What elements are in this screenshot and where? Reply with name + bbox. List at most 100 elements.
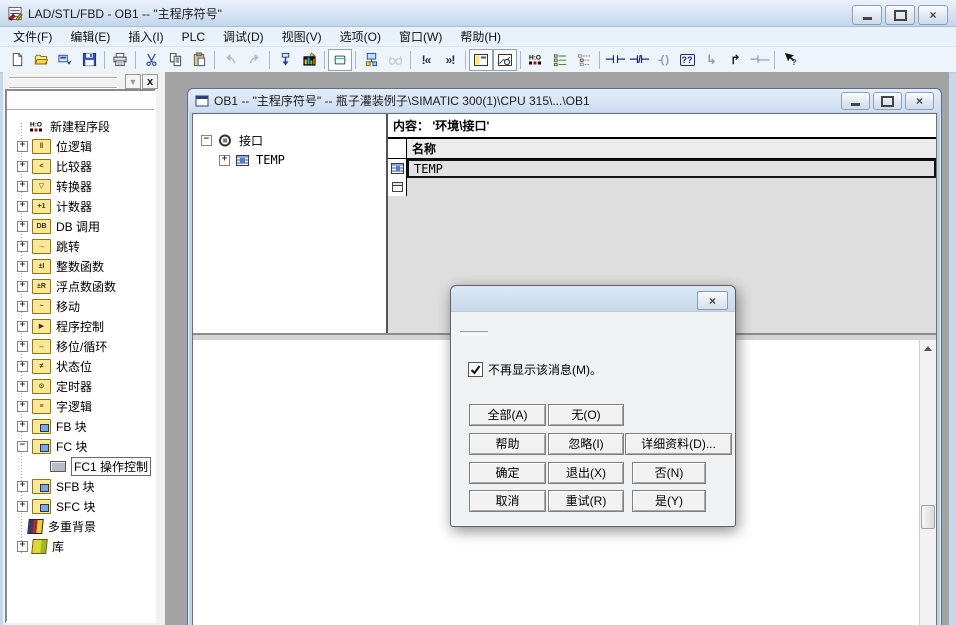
- sidebar-item-integer-functions[interactable]: +±I整数函数: [7, 256, 154, 276]
- save-button[interactable]: [77, 49, 101, 71]
- expand-icon[interactable]: +: [17, 141, 28, 152]
- pane-dropdown-button[interactable]: ▼: [125, 74, 141, 89]
- download-button[interactable]: [273, 49, 297, 71]
- open-branch-button[interactable]: ↳: [699, 49, 723, 71]
- close-branch-button[interactable]: ↱: [723, 49, 747, 71]
- redo-button[interactable]: [242, 49, 266, 71]
- editor-maximize-button[interactable]: [873, 92, 902, 110]
- sidebar-item-counter[interactable]: ++1计数器: [7, 196, 154, 216]
- connector-button[interactable]: ⊣—: [747, 49, 771, 71]
- expand-icon[interactable]: +: [17, 181, 28, 192]
- editor-close-button[interactable]: ×: [905, 92, 934, 110]
- menu-insert[interactable]: 插入(I): [119, 27, 172, 46]
- menu-view[interactable]: 视图(V): [273, 27, 331, 46]
- sidebar-item-libraries[interactable]: +库: [7, 536, 154, 556]
- sidebar-item-new-network[interactable]: H:O新建程序段: [7, 116, 154, 136]
- expand-icon[interactable]: +: [17, 541, 28, 552]
- sidebar-item-multi-instance[interactable]: 多重背景: [7, 516, 154, 536]
- editor-minimize-button[interactable]: [841, 92, 870, 110]
- expand-icon[interactable]: +: [17, 341, 28, 352]
- dont-show-again-checkbox[interactable]: [468, 362, 483, 377]
- table-row[interactable]: TEMP: [388, 159, 936, 178]
- sidebar-item-word-logic[interactable]: +≡字逻辑: [7, 396, 154, 416]
- expand-icon[interactable]: +: [17, 401, 28, 412]
- menu-file[interactable]: 文件(F): [4, 27, 61, 46]
- call-structure-button[interactable]: [572, 49, 596, 71]
- ignore-button[interactable]: 忽略(I): [548, 433, 624, 455]
- help-button[interactable]: 帮助: [469, 433, 546, 455]
- sidebar-item-converter[interactable]: +▽转换器: [7, 176, 154, 196]
- sidebar-item-fb-blocks[interactable]: +FB 块: [7, 416, 154, 436]
- sidebar-item-sfc-blocks[interactable]: +SFC 块: [7, 496, 154, 516]
- cut-button[interactable]: [139, 49, 163, 71]
- minimize-button[interactable]: [852, 5, 882, 25]
- all-button[interactable]: 全部(A): [469, 404, 546, 426]
- empty-box-button[interactable]: ??: [675, 49, 699, 71]
- previous-error-button[interactable]: !«: [414, 49, 438, 71]
- next-error-button[interactable]: »!: [438, 49, 462, 71]
- scrollbar-thumb[interactable]: [921, 505, 935, 529]
- print-button[interactable]: [108, 49, 132, 71]
- sidebar-item-sfb-blocks[interactable]: +SFB 块: [7, 476, 154, 496]
- open-online-button[interactable]: [53, 49, 77, 71]
- none-button[interactable]: 无(O): [548, 404, 624, 426]
- expand-icon[interactable]: +: [17, 241, 28, 252]
- vertical-scrollbar[interactable]: [919, 340, 936, 625]
- sidebar-item-fc1[interactable]: FC1 操作控制: [7, 456, 154, 476]
- paste-button[interactable]: [187, 49, 211, 71]
- open-button[interactable]: [29, 49, 53, 71]
- monitor-variable-button[interactable]: [297, 49, 321, 71]
- close-button[interactable]: ×: [918, 5, 948, 25]
- coil-button[interactable]: -( ): [651, 49, 675, 71]
- pane-close-button[interactable]: x: [142, 74, 158, 89]
- menu-help[interactable]: 帮助(H): [451, 27, 510, 46]
- details-button[interactable]: 详细资料(D)...: [625, 433, 732, 455]
- help-pointer-button[interactable]: ?: [778, 49, 802, 71]
- sidebar-item-move[interactable]: +~移动: [7, 296, 154, 316]
- undo-button[interactable]: [218, 49, 242, 71]
- menu-plc[interactable]: PLC: [173, 29, 214, 45]
- expand-icon[interactable]: +: [17, 321, 28, 332]
- sidebar-item-comparator[interactable]: +<比较器: [7, 156, 154, 176]
- declaration-tree-item-temp-section[interactable]: +TEMP: [193, 150, 386, 170]
- normally-closed-contact-button[interactable]: ⊣/⊢: [627, 49, 651, 71]
- sidebar-item-jump[interactable]: +→跳转: [7, 236, 154, 256]
- collapse-icon[interactable]: −: [17, 441, 28, 452]
- symbolic-representation-toggle[interactable]: [328, 49, 352, 71]
- editor-title-bar[interactable]: OB1 -- "主程序符号" -- 瓶子灌装例子\SIMATIC 300(1)\…: [188, 89, 941, 112]
- copy-button[interactable]: [163, 49, 187, 71]
- program-elements-button[interactable]: [548, 49, 572, 71]
- expand-icon[interactable]: +: [17, 361, 28, 372]
- expand-icon[interactable]: +: [17, 161, 28, 172]
- expand-icon[interactable]: +: [17, 501, 28, 512]
- menu-edit[interactable]: 编辑(E): [61, 27, 119, 46]
- maximize-button[interactable]: [885, 5, 915, 25]
- new-button[interactable]: [5, 49, 29, 71]
- pane-grabber[interactable]: [9, 77, 117, 89]
- expand-icon[interactable]: +: [17, 281, 28, 292]
- expand-icon[interactable]: +: [17, 301, 28, 312]
- sidebar-item-program-control[interactable]: +▶程序控制: [7, 316, 154, 336]
- retry-button[interactable]: 重试(R): [548, 490, 624, 512]
- dialog-close-button[interactable]: ×: [697, 291, 728, 310]
- no-button[interactable]: 否(N): [632, 462, 706, 484]
- sidebar-item-bit-logic[interactable]: +‖位逻辑: [7, 136, 154, 156]
- sidebar-item-fc-blocks[interactable]: −FC 块: [7, 436, 154, 456]
- expand-icon[interactable]: +: [17, 481, 28, 492]
- symbol-information-button[interactable]: [359, 49, 383, 71]
- expand-icon[interactable]: +: [17, 201, 28, 212]
- sidebar-item-float-functions[interactable]: +±R浮点数函数: [7, 276, 154, 296]
- menu-debug[interactable]: 调试(D): [214, 27, 273, 46]
- detail-view-toggle[interactable]: [493, 49, 517, 71]
- monitor-onoff-button[interactable]: [383, 49, 407, 71]
- menu-window[interactable]: 窗口(W): [390, 27, 451, 46]
- sidebar-item-db-call[interactable]: +DBDB 调用: [7, 216, 154, 236]
- collapse-icon[interactable]: −: [201, 135, 212, 146]
- expand-icon[interactable]: +: [17, 261, 28, 272]
- cancel-button[interactable]: 取消: [469, 490, 546, 512]
- dialog-title-bar[interactable]: [451, 286, 735, 312]
- yes-button[interactable]: 是(Y): [632, 490, 706, 512]
- table-row-empty[interactable]: [388, 178, 936, 196]
- scroll-up-button[interactable]: [920, 340, 936, 356]
- declaration-name-cell[interactable]: TEMP: [407, 159, 936, 178]
